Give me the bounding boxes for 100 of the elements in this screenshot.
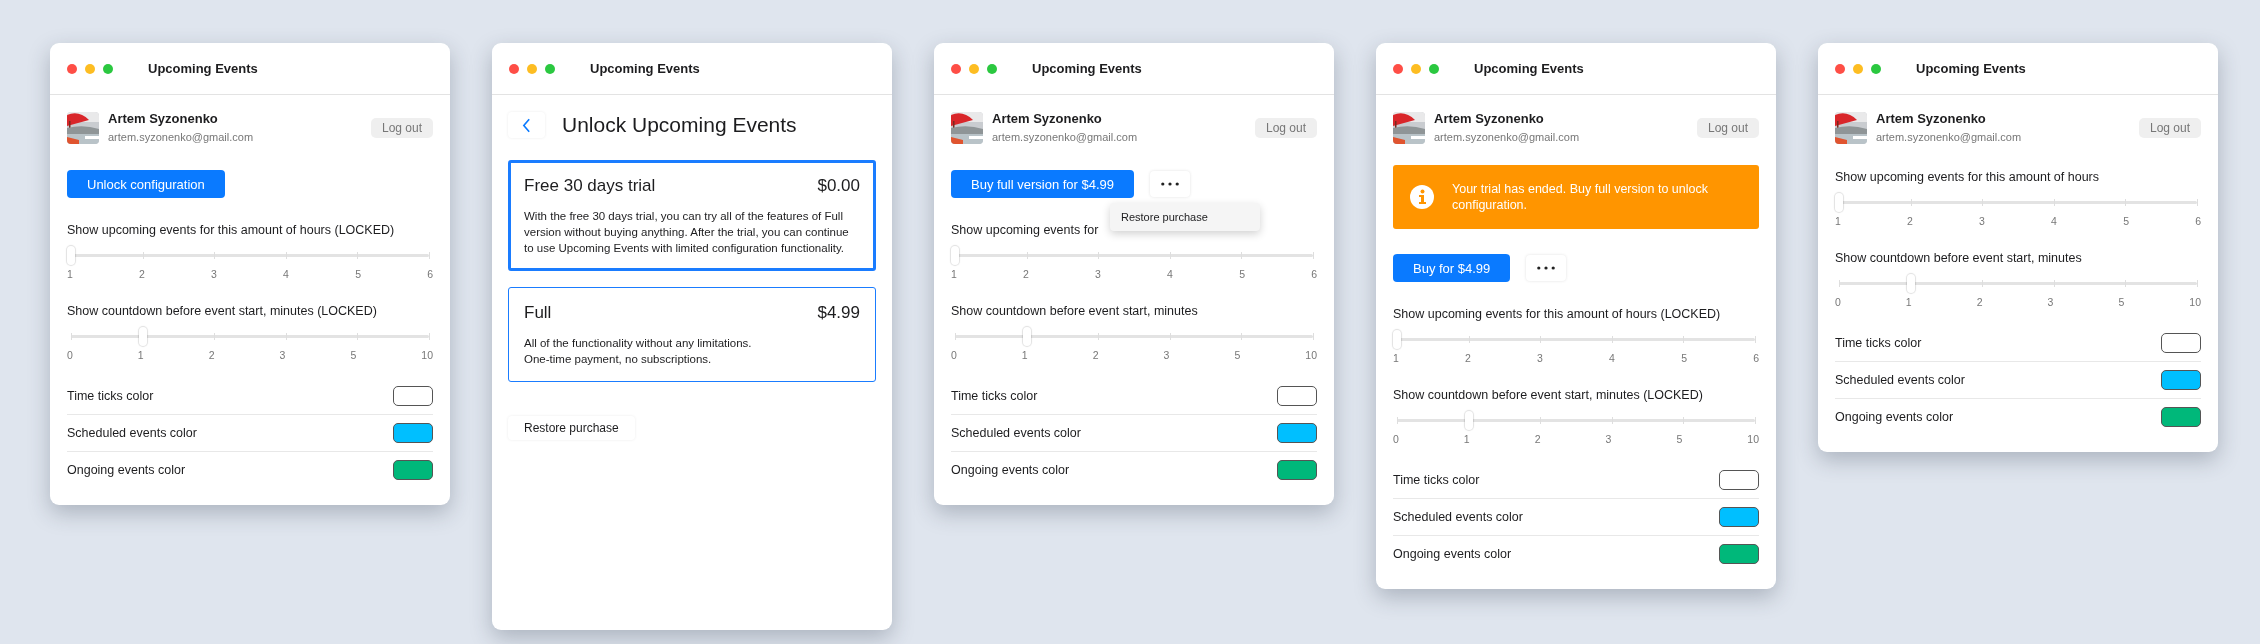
plan-price: $4.99 (817, 302, 860, 324)
primary-button[interactable]: Buy full version for $4.99 (951, 170, 1135, 198)
log-out-button[interactable]: Log out (1696, 118, 1759, 138)
color-swatch[interactable] (2161, 333, 2201, 353)
color-swatch[interactable] (2161, 370, 2201, 390)
tick-label: 4 (283, 267, 289, 281)
log-out-button[interactable]: Log out (370, 118, 433, 138)
tick-label: 3 (1537, 351, 1543, 365)
plan-card[interactable] (508, 160, 876, 271)
color-swatch[interactable] (1277, 460, 1317, 480)
tick-label: 2 (1976, 295, 1983, 309)
primary-button[interactable]: Buy for $4.99 (1393, 254, 1511, 282)
tick-label: 2 (1534, 432, 1541, 446)
window-title: Upcoming Events (1474, 61, 1584, 76)
slider-thumb[interactable] (67, 246, 75, 265)
menu-item[interactable]: Restore purchase (1110, 209, 1260, 225)
slider-thumb[interactable] (138, 327, 147, 346)
tick-label: 10 (2189, 295, 2201, 309)
color-label: Ongoing events color (67, 463, 186, 477)
zoom-button[interactable] (1429, 63, 1439, 74)
tick-label: 2 (1907, 214, 1913, 228)
tick-label: 6 (1753, 351, 1759, 365)
slider-label: Show countdown before event start, minutes (LOCKED) (1393, 387, 1704, 403)
close-button[interactable] (1835, 63, 1845, 74)
tick-label: 1 (1393, 351, 1399, 365)
minimize-button[interactable] (969, 63, 979, 74)
color-swatch[interactable] (1719, 470, 1759, 490)
slider-label: Show countdown before event start, minutes (LOCKED) (67, 303, 378, 319)
slider-track[interactable] (1397, 411, 1755, 431)
restore-purchase-button[interactable]: Restore purchase (508, 416, 635, 440)
zoom-button[interactable] (103, 63, 113, 74)
close-button[interactable] (951, 63, 961, 74)
color-swatch[interactable] (393, 423, 433, 443)
slider-thumb[interactable] (1022, 327, 1031, 346)
slider-track[interactable] (1839, 274, 2197, 294)
plan-name: Free 30 days trial (524, 175, 656, 197)
slider-thumb[interactable] (1835, 193, 1843, 212)
close-button[interactable] (509, 63, 519, 74)
plan-description: All of the functionality without any limitations. One-time payment, no subscriptions. (524, 336, 753, 367)
color-swatch[interactable] (393, 386, 433, 406)
color-swatch[interactable] (1719, 544, 1759, 564)
color-swatch[interactable] (1277, 386, 1317, 406)
zoom-button[interactable] (1871, 63, 1881, 74)
slider-label: Show upcoming events for this amount of hours (1835, 169, 2101, 185)
color-label: Scheduled events color (1393, 510, 1523, 524)
slider-thumb[interactable] (1906, 274, 1915, 293)
close-button[interactable] (67, 63, 77, 74)
color-label: Time ticks color (67, 389, 154, 403)
color-swatch[interactable] (393, 460, 433, 480)
tick-label: 1 (951, 267, 957, 281)
close-button[interactable] (1393, 63, 1403, 74)
tick-label: 10 (1747, 432, 1759, 446)
minimize-button[interactable] (1853, 63, 1863, 74)
plan-name: Full (524, 302, 552, 324)
tick-label: 1 (1021, 348, 1028, 362)
minimize-button[interactable] (85, 63, 95, 74)
user-email: artem.syzonenko@gmail.com (1434, 130, 1581, 145)
info-icon (1410, 185, 1434, 209)
tick-label: 1 (1905, 295, 1912, 309)
tick-label: 2 (1092, 348, 1099, 362)
slider-thumb[interactable] (1464, 411, 1473, 430)
minimize-button[interactable] (1411, 63, 1421, 74)
primary-button[interactable]: Unlock configuration (67, 170, 225, 198)
color-label: Scheduled events color (67, 426, 197, 440)
color-swatch[interactable] (1719, 507, 1759, 527)
tick-label: 4 (1167, 267, 1173, 281)
log-out-button[interactable]: Log out (1254, 118, 1317, 138)
tick-label: 1 (1463, 432, 1470, 446)
slider-label: Show upcoming events for (951, 222, 1100, 238)
color-swatch[interactable] (1277, 423, 1317, 443)
slider-label: Show countdown before event start, minutes (951, 303, 1199, 319)
plan-card[interactable]: Full $4.99 All of the functionality without any limitations. One-time payment, no subscriptions. (508, 287, 876, 382)
tick-label: 10 (1305, 348, 1317, 362)
tick-label: 6 (427, 267, 433, 281)
tick-label: 3 (1095, 267, 1101, 281)
slider-thumb[interactable] (951, 246, 959, 265)
tick-label: 5 (1681, 351, 1687, 365)
tick-label: 3 (279, 348, 286, 362)
slider-track[interactable] (955, 327, 1313, 347)
back-button[interactable] (508, 112, 545, 138)
zoom-button[interactable] (545, 63, 555, 74)
minimize-button[interactable] (527, 63, 537, 74)
tick-label: 2 (139, 267, 145, 281)
color-label: Time ticks color (951, 389, 1038, 403)
tick-label: 1 (67, 267, 73, 281)
tick-label: 3 (1605, 432, 1612, 446)
tick-label: 3 (1979, 214, 1985, 228)
user-name: Artem Syzonenko (108, 111, 219, 127)
more-button[interactable] (1150, 171, 1191, 197)
slider-track[interactable] (71, 327, 429, 347)
color-swatch[interactable] (2161, 407, 2201, 427)
plan-price: $0.00 (817, 175, 860, 197)
more-button[interactable] (1526, 255, 1567, 281)
tick-label: 0 (67, 348, 73, 362)
slider-thumb[interactable] (1393, 330, 1401, 349)
zoom-button[interactable] (987, 63, 997, 74)
log-out-button[interactable]: Log out (2138, 118, 2201, 138)
tick-label: 4 (2051, 214, 2057, 228)
tick-label: 3 (2047, 295, 2054, 309)
tick-label: 0 (951, 348, 957, 362)
